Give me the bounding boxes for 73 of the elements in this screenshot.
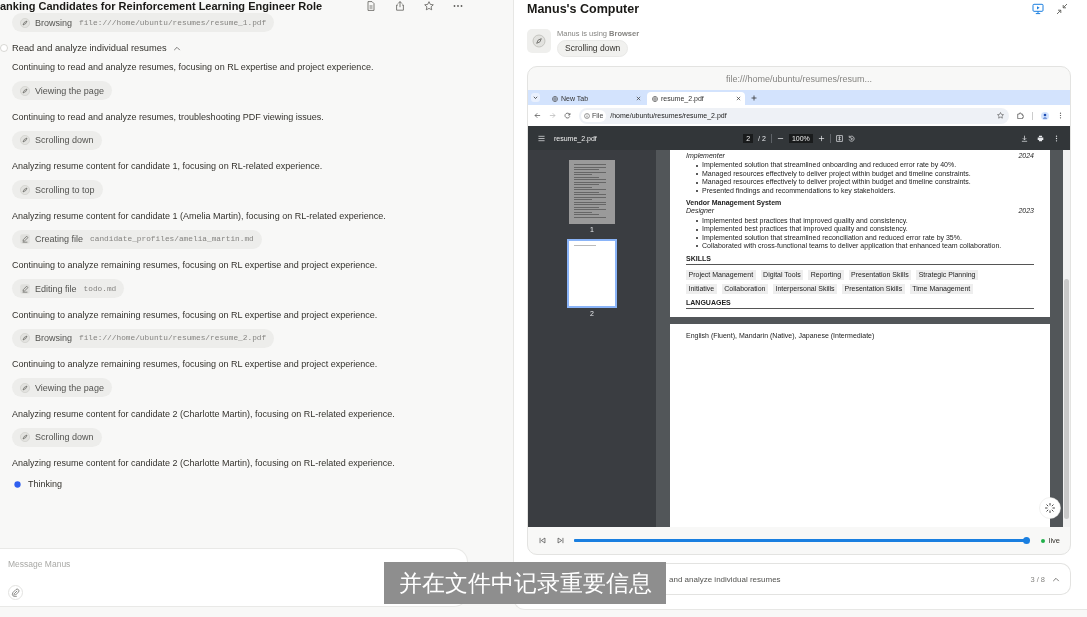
compass-icon [20,432,30,442]
zoom-in-icon[interactable] [817,134,825,142]
chevron-icon[interactable] [172,45,181,51]
skip-forward-icon[interactable] [557,537,564,544]
progress-message: Continuing to analyze remaining resumes, focusing on RL expertise and project experience. [12,308,378,321]
download-icon[interactable] [1021,134,1028,142]
tool-action-chip[interactable]: Scrolling to top [12,180,103,199]
more-icon[interactable] [1057,112,1064,119]
skip-back-icon[interactable] [539,537,546,544]
close-icon[interactable] [636,96,641,101]
page-thumbnail[interactable] [569,160,615,224]
edit-file-icon [20,234,30,244]
star-icon[interactable] [997,112,1004,119]
print-icon[interactable] [1037,134,1044,142]
compass-icon [20,135,30,145]
playback-track[interactable] [574,537,1030,544]
globe-icon [552,95,558,102]
progress-message: Continuing to analyze remaining resumes, focusing on RL expertise and project experience. [12,358,378,370]
progress-message: Continuing to analyze remaining resumes, focusing on RL expertise and project experience. [12,259,378,271]
task-text: and analyze individual resumes [669,574,781,584]
monitor-play-icon[interactable] [1032,3,1044,15]
progress-message: Analyzing resume content for candidate 2 (Charlotte Martin), focusing on RL-related experience. [12,407,395,420]
scrollbar-thumb[interactable] [1064,279,1069,519]
progress-message: Analyzing resume content for candidate 1 (Amelia Martin), focusing on RL-related experience. [12,209,386,222]
attach-button[interactable] [8,585,23,600]
message-input[interactable]: Message Manus [8,557,148,571]
viewer-url: file:///home/ubuntu/resumes/resum... [725,73,873,84]
scrollbar[interactable] [1063,150,1070,527]
compass-icon [20,17,30,28]
more-icon[interactable] [1053,134,1060,142]
progress-message: Analyzing resume content for candidate 2 (Charlotte Martin), focusing on RL-related experience. [12,457,395,469]
live-dot-icon [1040,538,1045,543]
page-thumbnail[interactable] [567,239,617,308]
thinking-label: Thinking [28,479,63,489]
puzzle-icon[interactable] [1017,112,1024,119]
tool-action-chip[interactable]: Scrolling down [12,130,102,150]
chevron-up-icon[interactable] [1052,576,1060,582]
playback-handle[interactable] [1022,537,1030,544]
reload-icon[interactable] [564,112,571,119]
tool-action-chip[interactable]: Scrolling down [12,427,102,447]
fit-page-icon[interactable] [835,134,843,142]
info-icon [584,112,590,119]
globe-icon [652,95,658,102]
back-icon[interactable] [534,112,541,119]
compass-icon [20,184,30,195]
status-dot-icon [14,480,21,488]
rotate-icon[interactable] [847,134,855,142]
star-icon[interactable] [424,1,434,11]
compass-icon [527,29,551,53]
close-icon[interactable] [736,96,741,101]
profile-icon[interactable] [1041,111,1049,120]
subtitle-caption: 并在文件中记录重要信息 [384,562,666,604]
menu-icon[interactable] [538,134,545,142]
task-title: anking Candidates for Reinforcement Learning Engineer Role [0,0,323,12]
tool-action-chip[interactable]: Viewing the page [12,378,112,397]
tool-action-chip[interactable]: Viewing the page [12,81,112,100]
collapse-icon[interactable] [1056,3,1068,15]
progress-message: Continuing to read and analyze resumes, troubleshooting PDF viewing issues. [12,110,324,123]
paperclip-icon [11,588,20,597]
edit-file-icon [20,283,30,294]
spinner-icon[interactable] [1039,497,1061,519]
progress-message: Analyzing resume content for candidate 1, focusing on RL-related experience. [12,160,323,172]
document-icon[interactable] [366,1,376,11]
share-icon[interactable] [395,1,405,11]
chevron-down-icon[interactable] [531,93,540,102]
compass-icon [20,382,30,393]
action-chip: Scrolling down [557,40,629,57]
plus-icon[interactable] [751,94,757,101]
compass-icon [20,85,30,96]
compass-icon [20,333,30,343]
panel-title: Manus's Computer [527,2,639,16]
progress-message: Continuing to read and analyze resumes, focusing on RL expertise and project experience. [12,61,374,73]
step-title[interactable]: Read and analyze individual resumes [12,43,167,53]
